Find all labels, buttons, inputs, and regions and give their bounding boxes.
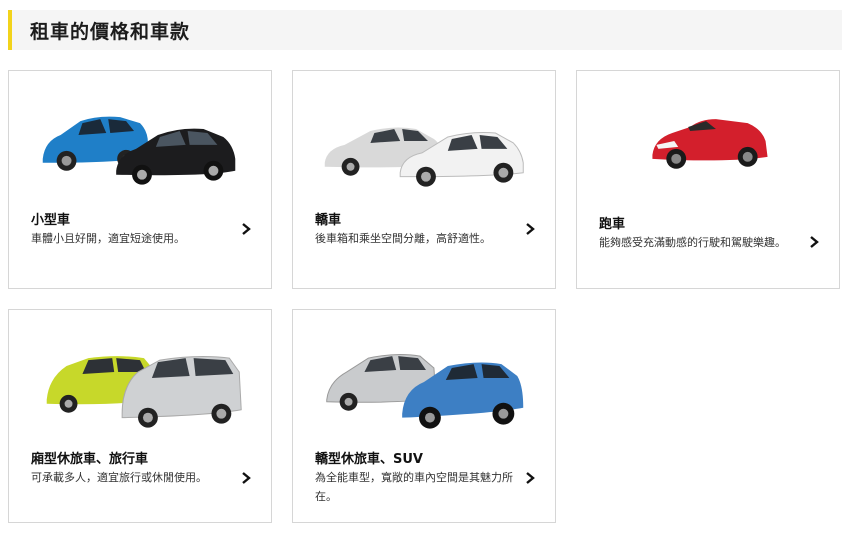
chevron-right-icon: [239, 222, 253, 236]
card-description: 車體小且好開，適宜短途使用。: [31, 232, 185, 245]
card-title: 轎車: [315, 213, 342, 228]
compact-cars-image: [42, 116, 236, 185]
card-description: 能夠感受充滿動感的行駛和駕駛樂趣。: [599, 236, 786, 249]
card-title: 轎型休旅車、SUV: [315, 452, 423, 467]
section-title: 租車的價格和車款: [30, 20, 191, 43]
car-class-card-minivan[interactable]: 廂型休旅車、旅行車 可承載多人，適宜旅行或休閒使用。: [8, 309, 272, 523]
chevron-right-icon: [523, 222, 537, 236]
card-title: 跑車: [599, 217, 626, 232]
car-class-card-sports[interactable]: 跑車 能夠感受充滿動感的行駛和駕駛樂趣。: [576, 70, 840, 289]
car-class-card-sedan[interactable]: 轎車 後車箱和乘坐空間分離，高舒適性。: [292, 70, 556, 289]
minivan-image: [46, 356, 242, 428]
card-description: 為全能車型，寬敞的車內空間是其魅力所在。: [315, 471, 513, 503]
sports-car-image: [652, 119, 768, 169]
chevron-right-icon: [239, 471, 253, 485]
suv-image: [326, 354, 524, 429]
card-title: 廂型休旅車、旅行車: [31, 452, 149, 467]
chevron-right-icon: [807, 235, 821, 249]
car-class-card-suv[interactable]: 轎型休旅車、SUV 為全能車型，寬敞的車內空間是其魅力所在。: [292, 309, 556, 523]
car-class-card-compact[interactable]: 小型車 車體小且好開，適宜短途使用。: [8, 70, 272, 289]
chevron-right-icon: [523, 471, 537, 485]
section-header: 租車的價格和車款: [8, 10, 842, 50]
card-title: 小型車: [31, 213, 71, 228]
sedan-cars-image: [324, 127, 524, 187]
card-description: 後車箱和乘坐空間分離，高舒適性。: [315, 232, 491, 245]
card-description: 可承載多人，適宜旅行或休閒使用。: [31, 471, 207, 484]
